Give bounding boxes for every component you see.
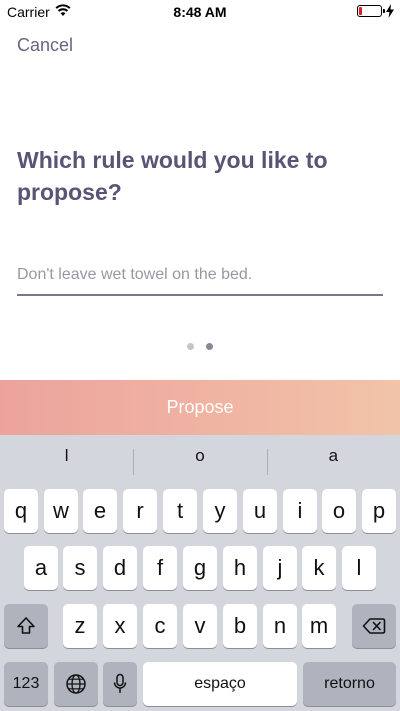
key-f[interactable]: f xyxy=(143,546,177,590)
microphone-icon xyxy=(113,673,127,693)
shift-key[interactable] xyxy=(4,604,48,648)
key-m[interactable]: m xyxy=(302,604,336,648)
key-t[interactable]: t xyxy=(163,489,197,533)
page-dot-2 xyxy=(206,343,213,350)
key-w[interactable]: w xyxy=(44,489,78,533)
charging-bolt-icon xyxy=(386,4,394,18)
key-n[interactable]: n xyxy=(263,604,297,648)
key-a[interactable]: a xyxy=(24,546,58,590)
suggestion-item[interactable]: o xyxy=(133,435,266,477)
keyboard: l o a q w e r t y u i o p a s d f g h j … xyxy=(0,435,400,711)
key-i[interactable]: i xyxy=(283,489,317,533)
suggestion-bar: l o a xyxy=(0,435,400,477)
key-e[interactable]: e xyxy=(83,489,117,533)
rule-input[interactable] xyxy=(17,262,383,296)
key-d[interactable]: d xyxy=(103,546,137,590)
key-h[interactable]: h xyxy=(223,546,257,590)
dictation-key[interactable] xyxy=(103,662,137,706)
key-z[interactable]: z xyxy=(63,604,97,648)
key-k[interactable]: k xyxy=(302,546,336,590)
return-key[interactable]: retorno xyxy=(303,662,396,706)
shift-icon xyxy=(17,617,35,634)
page-dot-1 xyxy=(187,343,194,350)
battery-level xyxy=(359,7,362,15)
key-x[interactable]: x xyxy=(103,604,137,648)
delete-key[interactable] xyxy=(352,604,396,648)
key-y[interactable]: y xyxy=(203,489,237,533)
status-time: 8:48 AM xyxy=(173,4,227,20)
globe-key[interactable] xyxy=(54,662,98,706)
key-c[interactable]: c xyxy=(143,604,177,648)
battery-icon xyxy=(357,5,385,17)
space-key[interactable]: espaço xyxy=(143,662,297,706)
cancel-button[interactable]: Cancel xyxy=(17,35,73,56)
key-l[interactable]: l xyxy=(342,546,376,590)
key-p[interactable]: p xyxy=(362,489,396,533)
key-o[interactable]: o xyxy=(322,489,356,533)
key-q[interactable]: q xyxy=(4,489,38,533)
key-s[interactable]: s xyxy=(63,546,97,590)
page-indicator xyxy=(0,343,400,350)
suggestion-item[interactable]: l xyxy=(0,435,133,477)
key-b[interactable]: b xyxy=(223,604,257,648)
status-bar: Carrier 8:48 AM xyxy=(0,0,400,24)
propose-button[interactable]: Propose xyxy=(0,380,400,435)
globe-icon xyxy=(66,674,86,694)
page-title: Which rule would you like to propose? xyxy=(17,147,328,205)
key-j[interactable]: j xyxy=(263,546,297,590)
key-g[interactable]: g xyxy=(183,546,217,590)
suggestion-item[interactable]: a xyxy=(266,435,400,477)
key-v[interactable]: v xyxy=(183,604,217,648)
backspace-icon xyxy=(362,618,386,634)
key-u[interactable]: u xyxy=(243,489,277,533)
numbers-key[interactable]: 123 xyxy=(4,662,48,706)
key-r[interactable]: r xyxy=(123,489,157,533)
